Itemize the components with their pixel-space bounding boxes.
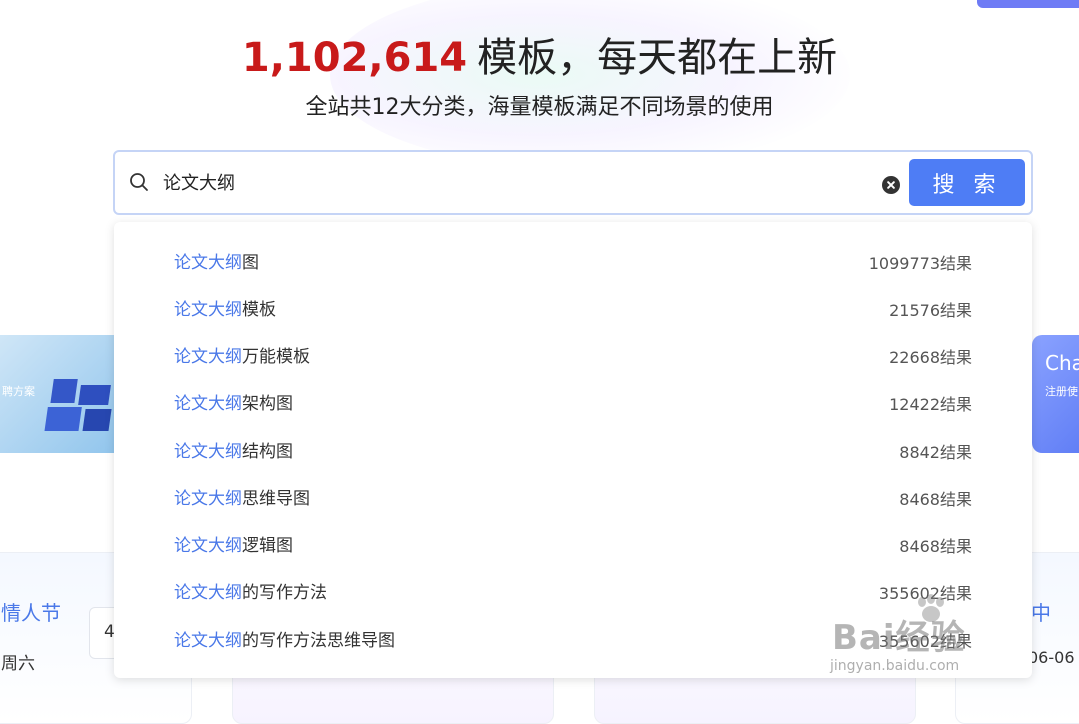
hero-title: 1,102,614 模板，每天都在上新 xyxy=(0,30,1079,86)
banner-left-artwork xyxy=(41,375,121,437)
holiday-card-title: 情人节 xyxy=(1,601,61,625)
suggestion-term: 论文大纲模板 xyxy=(174,299,276,321)
holiday-card-date: 06-06 xyxy=(1028,648,1075,667)
suggestion-highlight: 论文大纲 xyxy=(174,394,242,414)
suggestion-term: 论文大纲的写作方法思维导图 xyxy=(174,630,395,652)
template-count: 1,102,614 xyxy=(241,35,468,81)
suggestion-item[interactable]: 论文大纲结构图 8842结果 xyxy=(114,428,1032,475)
corner-tab[interactable] xyxy=(977,0,1079,8)
suggestion-term: 论文大纲思维导图 xyxy=(174,488,310,510)
suggestion-rest: 思维导图 xyxy=(242,489,310,509)
suggestion-count: 21576结果 xyxy=(889,301,972,320)
suggestion-highlight: 论文大纲 xyxy=(174,442,242,462)
suggestion-item[interactable]: 论文大纲的写作方法 355602结果 xyxy=(114,569,1032,616)
banner-right[interactable]: Cha 注册使 xyxy=(1032,335,1079,453)
suggestion-rest: 结构图 xyxy=(242,442,293,462)
suggestion-term: 论文大纲逻辑图 xyxy=(174,535,293,557)
suggestion-rest: 图 xyxy=(242,253,259,273)
suggestion-count: 355602结果 xyxy=(878,584,972,603)
suggestion-rest: 逻辑图 xyxy=(242,536,293,556)
suggestion-rest: 的写作方法 xyxy=(242,583,327,603)
banner-left-text: 聘方案 xyxy=(2,385,35,398)
suggestion-count: 12422结果 xyxy=(889,395,972,414)
suggestion-item[interactable]: 论文大纲思维导图 8468结果 xyxy=(114,475,1032,522)
suggestion-highlight: 论文大纲 xyxy=(174,347,242,367)
hero-subtitle: 全站共12大分类，海量模板满足不同场景的使用 xyxy=(305,95,774,120)
suggestion-term: 论文大纲万能模板 xyxy=(174,346,310,368)
clear-icon[interactable] xyxy=(882,176,900,194)
suggestion-item[interactable]: 论文大纲架构图 12422结果 xyxy=(114,380,1032,427)
suggestion-item[interactable]: 论文大纲模板 21576结果 xyxy=(114,286,1032,333)
search-bar: 搜 索 xyxy=(113,150,1033,215)
suggestion-term: 论文大纲结构图 xyxy=(174,441,293,463)
suggestion-item[interactable]: 论文大纲的写作方法思维导图 355602结果 xyxy=(114,617,1032,664)
suggestion-highlight: 论文大纲 xyxy=(174,489,242,509)
banner-left[interactable]: 聘方案 xyxy=(0,335,125,453)
suggestion-highlight: 论文大纲 xyxy=(174,583,242,603)
suggestion-highlight: 论文大纲 xyxy=(174,536,242,556)
suggestion-count: 8468结果 xyxy=(899,537,972,556)
suggestion-rest: 万能模板 xyxy=(242,347,310,367)
holiday-card-day: 周六 xyxy=(1,654,35,674)
suggestion-item[interactable]: 论文大纲万能模板 22668结果 xyxy=(114,333,1032,380)
suggestion-rest: 架构图 xyxy=(242,394,293,414)
suggestion-term: 论文大纲的写作方法 xyxy=(174,582,327,604)
suggestion-highlight: 论文大纲 xyxy=(174,300,242,320)
search-button[interactable]: 搜 索 xyxy=(909,159,1025,206)
banner-right-subtitle: 注册使 xyxy=(1045,385,1078,398)
suggestion-count: 8842结果 xyxy=(899,443,972,462)
banner-right-title: Cha xyxy=(1045,351,1079,375)
suggestion-term: 论文大纲架构图 xyxy=(174,393,293,415)
suggestion-rest: 的写作方法思维导图 xyxy=(242,631,395,651)
suggestion-count: 355602结果 xyxy=(878,632,972,651)
suggestion-term: 论文大纲图 xyxy=(174,252,259,274)
suggestion-count: 8468结果 xyxy=(899,490,972,509)
search-input[interactable] xyxy=(163,162,863,202)
suggestion-dropdown: 论文大纲图 1099773结果 论文大纲模板 21576结果 论文大纲万能模板 … xyxy=(114,222,1032,678)
suggestion-count: 22668结果 xyxy=(889,348,972,367)
suggestion-highlight: 论文大纲 xyxy=(174,631,242,651)
suggestion-item[interactable]: 论文大纲图 1099773结果 xyxy=(114,239,1032,286)
search-icon xyxy=(130,173,148,191)
suggestion-item[interactable]: 论文大纲逻辑图 8468结果 xyxy=(114,522,1032,569)
hero-title-text: 模板，每天都在上新 xyxy=(477,35,838,81)
suggestion-rest: 模板 xyxy=(242,300,276,320)
suggestion-highlight: 论文大纲 xyxy=(174,253,242,273)
suggestion-count: 1099773结果 xyxy=(868,254,972,273)
holiday-card-title: 中 xyxy=(1031,601,1051,625)
